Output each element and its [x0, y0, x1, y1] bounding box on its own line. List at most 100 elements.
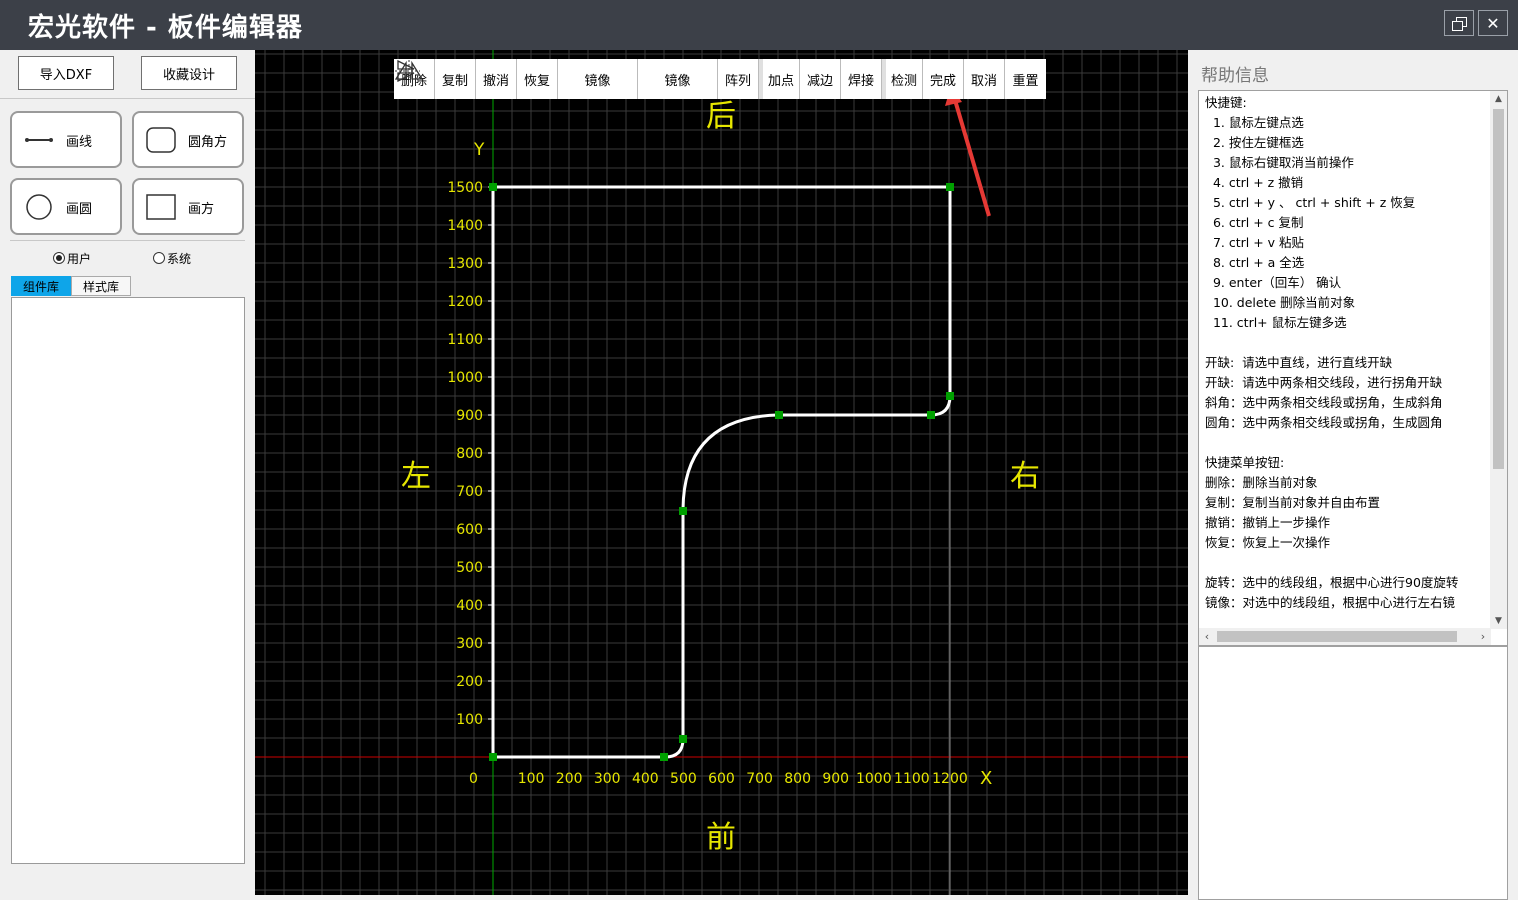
- vertex-handle[interactable]: [946, 183, 954, 191]
- restore-icon: [1452, 17, 1467, 31]
- right-panel: 帮助信息 快捷键: 1. 鼠标左键点选 2. 按住左键框选 3. 鼠标右键取消当…: [1188, 50, 1518, 900]
- help-title: 帮助信息: [1201, 66, 1269, 86]
- x-tick-label: 1200: [932, 771, 968, 787]
- vertex-handle[interactable]: [660, 753, 668, 761]
- weld-button[interactable]: 焊接: [841, 59, 882, 99]
- radio-system[interactable]: 系统: [153, 249, 191, 267]
- y-tick-label: 1500: [447, 180, 483, 196]
- drawing-canvas[interactable]: 100 200 300 400 500 600 700 800 900 1000 1100 1200 1…: [255, 50, 1188, 895]
- help-line: 5. ctrl + y 、 ctrl + shift + z 恢复: [1205, 195, 1416, 210]
- draw-rounded-rect-button[interactable]: 圆角方: [132, 111, 244, 168]
- copy-button[interactable]: 复制: [435, 59, 476, 99]
- close-button[interactable]: ✕: [1478, 10, 1508, 36]
- tool-label: 画圆: [66, 202, 93, 217]
- add-point-button[interactable]: 加点: [759, 59, 800, 99]
- help-line: 8. ctrl + a 全选: [1205, 255, 1305, 270]
- vertex-handle[interactable]: [679, 735, 687, 743]
- mirror-horizontal-button[interactable]: 镜像: [395, 59, 718, 99]
- horizontal-scrollbar[interactable]: ‹ ›: [1199, 628, 1491, 645]
- side-front-label: 前: [706, 820, 736, 855]
- scroll-down-icon[interactable]: ▼: [1490, 613, 1507, 629]
- help-line: 2. 按住左键框选: [1205, 135, 1304, 150]
- tab-styles[interactable]: 样式库: [71, 276, 132, 296]
- component-library-list[interactable]: [11, 297, 245, 864]
- cad-drawing[interactable]: 100 200 300 400 500 600 700 800 900 1000 1100 12001…: [255, 50, 1188, 895]
- y-tick-label: 1200: [447, 294, 483, 310]
- window-title: 宏光软件 - 板件编辑器: [28, 13, 303, 43]
- mirror-horizontal-icon: [395, 59, 420, 83]
- help-line: 1. 鼠标左键点选: [1205, 115, 1304, 130]
- scroll-thumb[interactable]: [1493, 109, 1504, 469]
- reduce-edge-button[interactable]: 减边: [800, 59, 841, 99]
- help-line: 撤销：撤销上一步操作: [1205, 515, 1331, 530]
- y-tick-label: 400: [456, 598, 483, 614]
- x-tick-label: 200: [556, 771, 583, 787]
- axis-x-label: X: [980, 768, 992, 789]
- radio-dot: [153, 252, 165, 264]
- vertex-handle[interactable]: [489, 183, 497, 191]
- help-line: [1205, 333, 1485, 353]
- help-line: 开缺: 请选中两条相交线段，进行拐角开缺: [1205, 375, 1443, 390]
- help-line: 快捷菜单按钮:: [1205, 455, 1285, 470]
- array-button[interactable]: 阵列: [718, 59, 759, 99]
- y-tick-label: 300: [456, 636, 483, 652]
- scroll-up-icon[interactable]: ▲: [1490, 91, 1507, 107]
- y-tick-label: 1100: [447, 332, 483, 348]
- x-tick-label: 500: [670, 771, 697, 787]
- finish-button[interactable]: 完成: [923, 59, 964, 99]
- help-line: 11. ctrl+ 鼠标左键多选: [1205, 315, 1347, 330]
- circle-icon: [26, 194, 52, 220]
- help-line: 开缺: 请选中直线，进行直线开缺: [1205, 355, 1393, 370]
- vertex-handle[interactable]: [679, 507, 687, 515]
- y-tick-label: 100: [456, 712, 483, 728]
- draw-rect-button[interactable]: 画方: [132, 178, 244, 235]
- tool-label: 画方: [188, 202, 215, 217]
- tab-components[interactable]: 组件库: [11, 276, 72, 296]
- radio-user[interactable]: 用户: [53, 249, 91, 267]
- mirror-label: 镜像: [664, 73, 691, 89]
- draw-line-button[interactable]: 画线: [10, 111, 122, 168]
- import-dxf-button[interactable]: 导入DXF: [18, 56, 114, 90]
- scroll-right-icon[interactable]: ›: [1475, 628, 1491, 645]
- help-line: 复制：复制当前对象并自由布置: [1205, 495, 1381, 510]
- grid: [255, 50, 1188, 895]
- vertex-handle[interactable]: [489, 753, 497, 761]
- x-tick-label: 800: [784, 771, 811, 787]
- x-tick-label: 900: [822, 771, 849, 787]
- favorite-design-button[interactable]: 收藏设计: [141, 56, 237, 90]
- x-tick-label: 100: [518, 771, 545, 787]
- help-text: 快捷键: 1. 鼠标左键点选 2. 按住左键框选 3. 鼠标右键取消当前操作 4…: [1205, 93, 1485, 629]
- reset-button[interactable]: 重置: [1005, 59, 1046, 99]
- mirror-label: 镜像: [584, 73, 611, 89]
- radio-system-label: 系统: [167, 251, 192, 266]
- help-line: 恢复：恢复上一次操作: [1205, 535, 1331, 550]
- help-textbox[interactable]: 快捷键: 1. 鼠标左键点选 2. 按住左键框选 3. 鼠标右键取消当前操作 4…: [1198, 90, 1508, 646]
- scroll-left-icon[interactable]: ‹: [1199, 628, 1215, 645]
- y-tick-label: 200: [456, 674, 483, 690]
- help-line: 旋转：选中的线段组，根据中心进行90度旋转: [1205, 575, 1459, 590]
- help-line: 6. ctrl + c 复制: [1205, 215, 1304, 230]
- rect-icon: [146, 194, 176, 220]
- close-icon: ✕: [1486, 13, 1500, 33]
- x-tick-label: 300: [594, 771, 621, 787]
- vertex-handle[interactable]: [775, 411, 783, 419]
- x-tick-label: 1100: [894, 771, 930, 787]
- vertex-handle[interactable]: [946, 392, 954, 400]
- y-tick-label: 800: [456, 446, 483, 462]
- draw-circle-button[interactable]: 画圆: [10, 178, 122, 235]
- vertex-handle[interactable]: [927, 411, 935, 419]
- cancel-button[interactable]: 取消: [964, 59, 1005, 99]
- redo-button[interactable]: 恢复: [517, 59, 558, 99]
- info-box: [1198, 646, 1508, 900]
- scroll-thumb[interactable]: [1217, 631, 1457, 642]
- tool-label: 圆角方: [188, 135, 228, 150]
- restore-button[interactable]: [1444, 10, 1474, 36]
- help-line: 快捷键:: [1205, 95, 1247, 110]
- undo-button[interactable]: 撤消: [476, 59, 517, 99]
- help-line: [1205, 433, 1485, 453]
- mirror-vertical-button[interactable]: 镜像: [394, 59, 638, 99]
- check-button[interactable]: 检测: [882, 59, 923, 99]
- vertical-scrollbar[interactable]: ▲ ▼: [1490, 91, 1507, 629]
- left-panel: 导入DXF 收藏设计 画线 圆角方 画圆 画方 用户 系统 组件库 样式库: [0, 50, 255, 900]
- help-line: 4. ctrl + z 撤销: [1205, 175, 1304, 190]
